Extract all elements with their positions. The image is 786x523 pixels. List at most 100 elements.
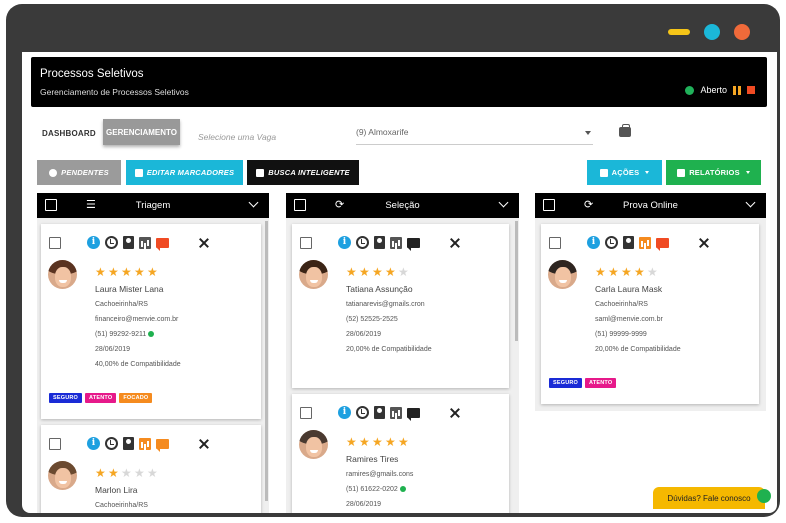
caret-down-icon — [585, 131, 591, 135]
column-triagem: ☰ Triagem i ★★★★★ Laura Mister Lana — [37, 193, 269, 513]
star-icon[interactable]: ★ — [147, 266, 158, 278]
rating-stars[interactable]: ★ ★ ★ ★ ★ — [95, 266, 158, 278]
briefcase-icon[interactable] — [619, 124, 631, 137]
star-icon[interactable]: ★ — [346, 266, 357, 278]
star-icon[interactable]: ★ — [372, 266, 383, 278]
rating-stars[interactable]: ★ ★ ★ ★ ★ — [346, 266, 409, 278]
info-icon[interactable]: i — [87, 437, 100, 450]
candidate-card[interactable]: i ★ ★ ★ ★ ★ Tatiana Assunção tatianarevis@gm… — [292, 224, 509, 388]
star-icon[interactable]: ★ — [634, 266, 645, 278]
star-icon[interactable]: ★ — [385, 266, 396, 278]
star-icon[interactable]: ★ — [121, 266, 132, 278]
star-icon[interactable]: ★ — [121, 467, 132, 479]
star-icon[interactable]: ★ — [385, 436, 396, 448]
whatsapp-icon[interactable] — [399, 486, 406, 493]
pendentes-button[interactable]: PENDENTES — [37, 160, 121, 185]
star-icon[interactable]: ★ — [595, 266, 606, 278]
close-icon[interactable] — [450, 238, 460, 248]
card-checkbox[interactable] — [300, 237, 312, 249]
status-dot-icon — [685, 85, 695, 95]
candidate-city: Cachoeirinha/RS — [95, 502, 148, 509]
rating-stars[interactable]: ★ ★ ★ ★ ★ — [595, 266, 658, 278]
star-icon[interactable]: ★ — [359, 266, 370, 278]
star-icon[interactable]: ★ — [95, 467, 106, 479]
editar-marcadores-button[interactable]: EDITAR MARCADORES — [126, 160, 243, 185]
history-icon[interactable] — [356, 236, 369, 249]
card-checkbox[interactable] — [49, 237, 61, 249]
whatsapp-icon[interactable] — [148, 331, 155, 338]
info-icon[interactable]: i — [87, 236, 100, 249]
chat-icon[interactable] — [407, 407, 420, 421]
busca-inteligente-button[interactable]: BUSCA INTELIGENTE — [247, 160, 359, 185]
relatorios-button[interactable]: RELATÓRIOS — [666, 160, 761, 185]
chart-icon[interactable] — [139, 236, 151, 249]
rating-stars[interactable]: ★ ★ ★ ★ ★ — [95, 467, 158, 479]
chart-icon[interactable] — [139, 437, 151, 450]
card-checkbox[interactable] — [300, 407, 312, 419]
vaga-select-value: (9) Almoxarife — [356, 127, 409, 137]
close-icon[interactable] — [450, 408, 460, 418]
pause-icon[interactable] — [733, 85, 741, 95]
tag-list: SEGURO ATENTO — [549, 378, 617, 388]
close-icon[interactable] — [199, 238, 209, 248]
chat-icon[interactable] — [156, 237, 169, 251]
badge-icon[interactable] — [374, 406, 385, 419]
candidate-card[interactable]: i ★ ★ ★ ★ ★ Marlon Lira Cachoeirinha/RS — [41, 425, 261, 513]
star-icon[interactable]: ★ — [134, 467, 145, 479]
star-icon[interactable]: ★ — [647, 266, 658, 278]
star-icon[interactable]: ★ — [621, 266, 632, 278]
vaga-select[interactable]: (9) Almoxarife — [356, 127, 593, 145]
stop-icon[interactable] — [747, 86, 755, 94]
chat-icon[interactable] — [407, 237, 420, 251]
star-icon[interactable]: ★ — [108, 467, 119, 479]
column-scrollbar[interactable] — [265, 221, 268, 501]
info-icon[interactable]: i — [338, 406, 351, 419]
star-icon[interactable]: ★ — [372, 436, 383, 448]
rating-stars[interactable]: ★ ★ ★ ★ ★ — [346, 436, 409, 448]
candidate-card[interactable]: i ★ ★ ★ ★ ★ Ramires Tires ramires@gmails.con… — [292, 394, 509, 513]
minimize-control[interactable] — [668, 29, 690, 35]
star-icon[interactable]: ★ — [359, 436, 370, 448]
help-chat-button[interactable]: Dúvidas? Fale conosco — [653, 487, 771, 509]
card-actions: i — [338, 406, 460, 421]
column-header: ⟳ Prova Online — [535, 193, 766, 218]
star-icon[interactable]: ★ — [108, 266, 119, 278]
card-checkbox[interactable] — [49, 438, 61, 450]
badge-icon[interactable] — [623, 236, 634, 249]
star-icon[interactable]: ★ — [398, 436, 409, 448]
star-icon[interactable]: ★ — [398, 266, 409, 278]
acoes-button[interactable]: AÇÕES — [587, 160, 662, 185]
star-icon[interactable]: ★ — [95, 266, 106, 278]
candidate-compat: 20,00% de Compatibilidade — [346, 346, 432, 353]
badge-icon[interactable] — [123, 236, 134, 249]
history-icon[interactable] — [105, 437, 118, 450]
tab-dashboard[interactable]: DASHBOARD — [36, 125, 102, 142]
card-checkbox[interactable] — [549, 237, 561, 249]
candidate-card[interactable]: i ★ ★ ★ ★ ★ Carla Laura Mask Cachoeirinha/RS… — [541, 224, 759, 404]
candidate-info: Laura Mister Lana Cachoeirinha/RS financ… — [95, 284, 181, 376]
star-icon[interactable]: ★ — [608, 266, 619, 278]
badge-icon[interactable] — [374, 236, 385, 249]
history-icon[interactable] — [356, 406, 369, 419]
tab-gerenciamento[interactable]: GERENCIAMENTO — [103, 119, 180, 145]
star-icon[interactable]: ★ — [346, 436, 357, 448]
history-icon[interactable] — [605, 236, 618, 249]
badge-icon[interactable] — [123, 437, 134, 450]
info-icon[interactable]: i — [338, 236, 351, 249]
close-icon[interactable] — [699, 238, 709, 248]
close-icon[interactable] — [199, 439, 209, 449]
history-icon[interactable] — [105, 236, 118, 249]
column-scrollbar[interactable] — [515, 221, 518, 341]
candidate-email: saml@menvie.com.br — [595, 316, 663, 323]
star-icon[interactable]: ★ — [134, 266, 145, 278]
info-icon[interactable]: i — [587, 236, 600, 249]
maximize-control[interactable] — [704, 24, 720, 40]
chart-icon[interactable] — [639, 236, 651, 249]
star-icon[interactable]: ★ — [147, 467, 158, 479]
chat-icon[interactable] — [156, 438, 169, 452]
chart-icon[interactable] — [390, 236, 402, 249]
chat-icon[interactable] — [656, 237, 669, 251]
chart-icon[interactable] — [390, 406, 402, 419]
candidate-card[interactable]: i ★ ★ ★ ★ ★ Laura Mister Lana Cachoeirinha/R… — [41, 224, 261, 419]
close-control[interactable] — [734, 24, 750, 40]
